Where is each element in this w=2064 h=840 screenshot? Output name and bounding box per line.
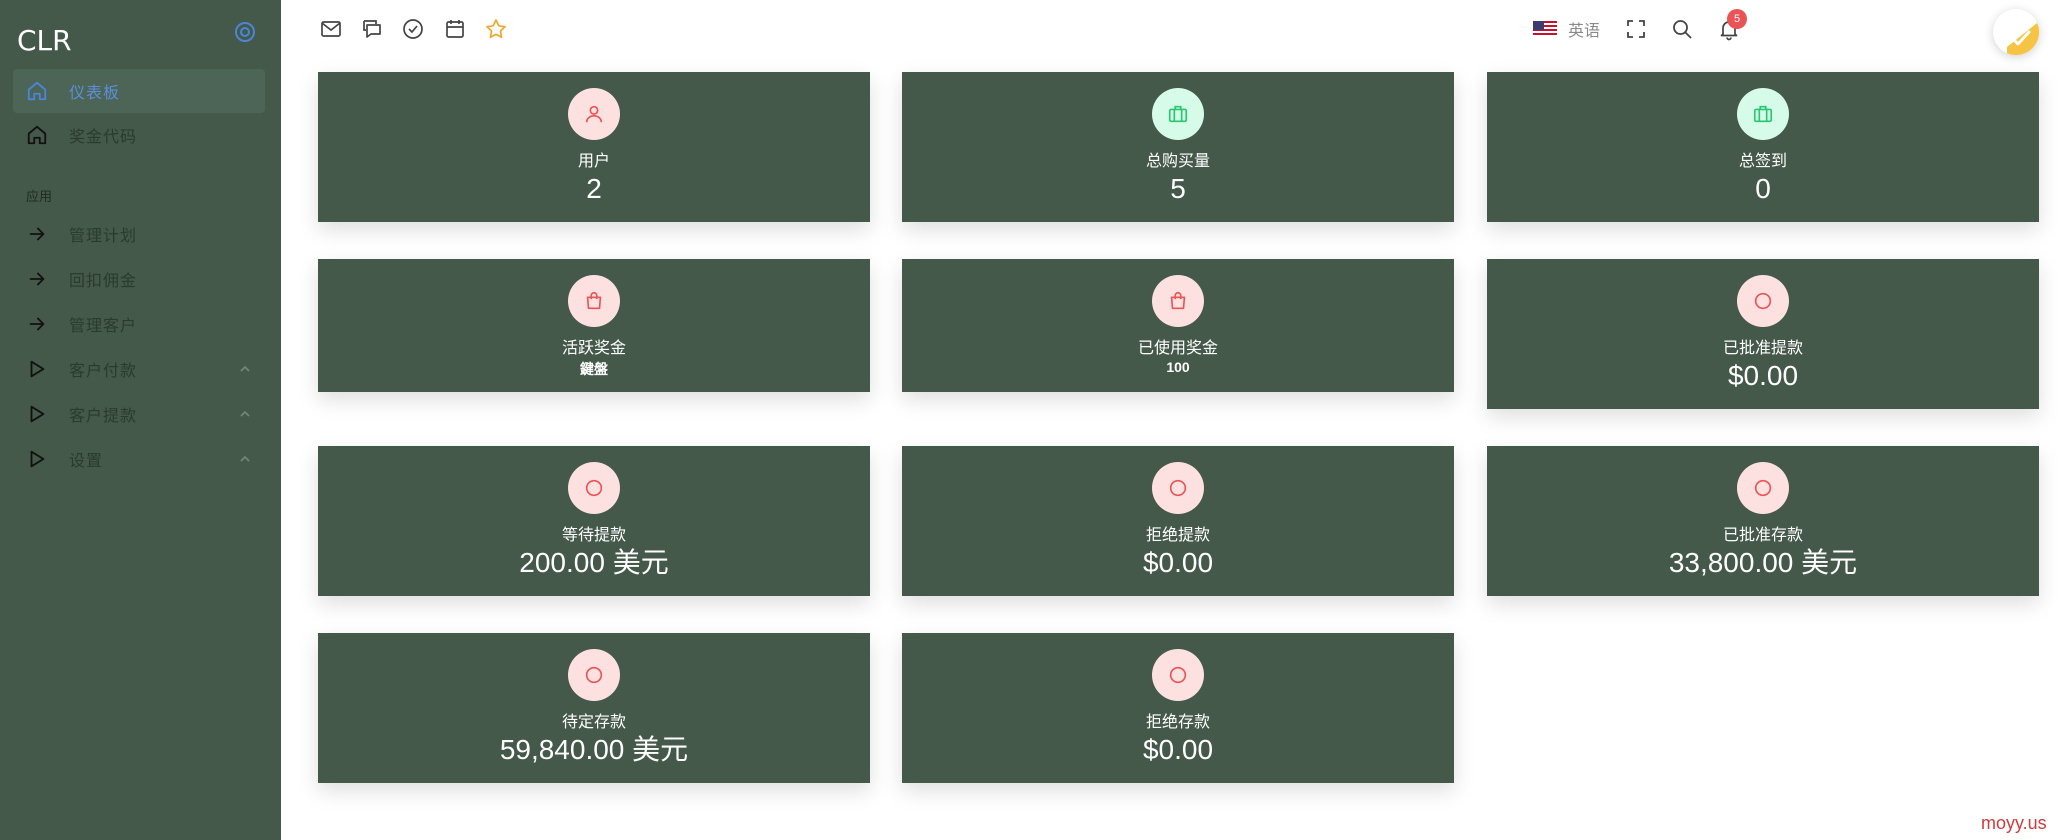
- star-icon[interactable]: [484, 17, 508, 41]
- sidebar: CLR 仪表板 奖金代码 应用 管理计划 回扣佣金 管理客户 客户付款 客户提款…: [0, 0, 281, 840]
- stat-label: 总购买量: [1145, 153, 1210, 170]
- circle-icon: [1152, 649, 1204, 701]
- arrow-right-icon: [29, 272, 45, 286]
- briefcase-icon: [1152, 88, 1204, 140]
- chevron-up-icon: [240, 410, 250, 417]
- sidebar-item-label: 回扣佣金: [69, 273, 138, 290]
- arrow-right-icon: [29, 317, 45, 331]
- stat-card-pending-withdrawals: 等待提款 200.00 美元: [318, 446, 870, 596]
- stat-card-used-bonus: 已使用奖金 100: [902, 259, 1454, 392]
- sidebar-item-customer-withdrawals[interactable]: 客户提款: [13, 392, 265, 436]
- calendar-icon[interactable]: [443, 17, 467, 41]
- circle-icon: [1737, 275, 1789, 327]
- play-icon: [30, 360, 45, 378]
- chevron-up-icon: [240, 455, 250, 462]
- sidebar-item-label: 仪表板: [69, 85, 121, 102]
- sidebar-section-label: 应用: [26, 189, 53, 204]
- sidebar-item-manage-customers[interactable]: 管理客户: [13, 302, 265, 346]
- stat-value: 2: [586, 173, 602, 204]
- arrow-right-icon: [29, 227, 45, 241]
- stat-card-rejected-deposits: 拒绝存款 $0.00: [902, 633, 1454, 783]
- stat-card-pending-deposits: 待定存款 59,840.00 美元: [318, 633, 870, 783]
- stat-value: 200.00 美元: [519, 547, 669, 578]
- watermark: moyy.us: [1981, 813, 2047, 833]
- sidebar-item-label: 奖金代码: [69, 129, 138, 146]
- stat-label: 拒绝存款: [1145, 714, 1210, 731]
- stat-value: 鍵盤: [580, 361, 608, 377]
- sidebar-toggle-icon[interactable]: [233, 20, 257, 44]
- stat-card-users: 用户 2: [318, 72, 870, 222]
- language-label: 英语: [1568, 23, 1601, 40]
- sidebar-item-rebate-commission[interactable]: 回扣佣金: [13, 257, 265, 301]
- play-icon: [30, 450, 45, 468]
- stat-label: 已使用奖金: [1137, 340, 1218, 357]
- chevron-up-icon: [240, 365, 250, 372]
- sidebar-item-label: 管理计划: [69, 228, 138, 245]
- stat-card-rejected-withdrawals: 拒绝提款 $0.00: [902, 446, 1454, 596]
- sidebar-item-settings[interactable]: 设置: [13, 437, 265, 481]
- stat-label: 活跃奖金: [561, 340, 626, 357]
- sidebar-item-bonus-codes[interactable]: 奖金代码: [13, 113, 265, 157]
- chat-icon[interactable]: [360, 17, 384, 41]
- play-icon: [30, 405, 45, 423]
- sidebar-item-customer-payments[interactable]: 客户付款: [13, 347, 265, 391]
- stat-label: 总签到: [1738, 153, 1787, 170]
- stat-label: 拒绝提款: [1145, 527, 1210, 544]
- sidebar-item-label: 管理客户: [69, 318, 138, 335]
- circle-icon: [568, 649, 620, 701]
- circle-icon: [568, 462, 620, 514]
- customizer-toggle-icon[interactable]: [1993, 9, 2039, 55]
- shopping-bag-icon: [1152, 275, 1204, 327]
- stat-label: 待定存款: [561, 714, 626, 731]
- sidebar-item-dashboard[interactable]: 仪表板: [13, 69, 265, 113]
- stat-card-total-checkins: 总签到 0: [1487, 72, 2039, 222]
- home-icon: [27, 125, 47, 145]
- stat-card-approved-withdrawals: 已批准提款 $0.00: [1487, 259, 2039, 409]
- stat-card-active-bonus: 活跃奖金 鍵盤: [318, 259, 870, 392]
- stat-value: $0.00: [1142, 547, 1214, 578]
- fullscreen-icon[interactable]: [1624, 17, 1648, 41]
- stat-label: 用户: [577, 153, 610, 170]
- search-icon[interactable]: [1670, 17, 1694, 41]
- sidebar-item-label: 客户付款: [69, 363, 138, 380]
- mail-icon[interactable]: [319, 17, 343, 41]
- language-selector[interactable]: 英语: [1533, 17, 1600, 41]
- user-icon: [568, 88, 620, 140]
- stat-value: 100: [1166, 359, 1190, 375]
- stat-value: $0.00: [1727, 360, 1799, 391]
- stat-value: 0: [1755, 173, 1771, 204]
- stat-card-approved-deposits: 已批准存款 33,800.00 美元: [1487, 446, 2039, 596]
- briefcase-icon: [1737, 88, 1789, 140]
- circle-icon: [1152, 462, 1204, 514]
- circle-icon: [1737, 462, 1789, 514]
- notification-badge: 5: [1727, 9, 1747, 29]
- stat-value: 5: [1170, 173, 1186, 204]
- us-flag-icon: [1533, 21, 1557, 37]
- stat-label: 已批准存款: [1722, 527, 1803, 544]
- home-icon: [27, 81, 47, 101]
- stat-label: 等待提款: [561, 527, 626, 544]
- stat-value: $0.00: [1142, 734, 1214, 765]
- check-circle-icon[interactable]: [401, 17, 425, 41]
- stat-card-total-purchases: 总购买量 5: [902, 72, 1454, 222]
- stat-value: 33,800.00 美元: [1668, 547, 1858, 578]
- stat-value: 59,840.00 美元: [499, 734, 689, 765]
- brand-logo[interactable]: CLR: [17, 24, 72, 57]
- shopping-bag-icon: [568, 275, 620, 327]
- stat-label: 已批准提款: [1722, 340, 1803, 357]
- sidebar-item-manage-plans[interactable]: 管理计划: [13, 212, 265, 256]
- sidebar-item-label: 客户提款: [69, 408, 138, 425]
- sidebar-item-label: 设置: [69, 453, 104, 470]
